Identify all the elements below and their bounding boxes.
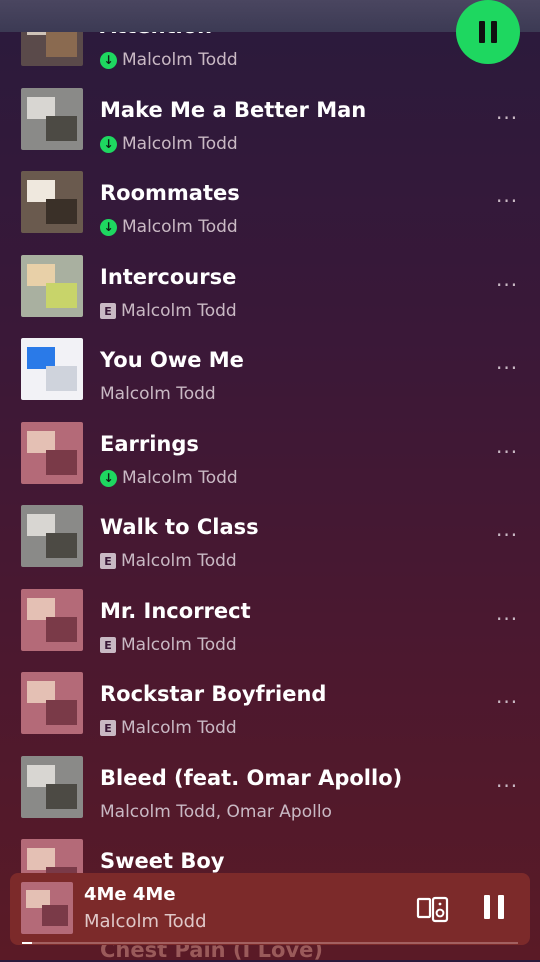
- track-artist: Malcolm Todd: [100, 384, 216, 404]
- more-options-icon[interactable]: ···: [496, 440, 518, 464]
- track-title: Bleed (feat. Omar Apollo): [100, 766, 403, 790]
- mini-pause-button[interactable]: [484, 895, 504, 921]
- track-artist: Malcolm Todd: [122, 50, 238, 70]
- more-options-icon[interactable]: ···: [496, 523, 518, 547]
- more-options-icon[interactable]: ···: [496, 774, 518, 798]
- track-artist-line: Malcolm Todd, Omar Apollo: [100, 802, 332, 822]
- downloaded-icon: ↓: [100, 218, 117, 236]
- track-artwork: [21, 88, 83, 150]
- track-title: Sweet Boy: [100, 849, 225, 873]
- track-artist: Malcolm Todd: [121, 551, 237, 571]
- track-row[interactable]: You Owe Me Malcolm Todd ···: [0, 330, 540, 414]
- track-artist-line: ↓ Malcolm Todd: [100, 50, 238, 70]
- more-options-icon[interactable]: ···: [496, 106, 518, 130]
- track-title: Intercourse: [100, 265, 237, 289]
- more-options-icon[interactable]: ···: [496, 189, 518, 213]
- track-artist: Malcolm Todd: [121, 635, 237, 655]
- track-row[interactable]: Earrings ↓ Malcolm Todd ···: [0, 414, 540, 498]
- track-artist-line: E Malcolm Todd: [100, 301, 237, 321]
- track-title: Make Me a Better Man: [100, 98, 367, 122]
- track-artist: Malcolm Todd: [122, 468, 238, 488]
- track-artist-line: ↓ Malcolm Todd: [100, 134, 238, 154]
- track-row[interactable]: Make Me a Better Man ↓ Malcolm Todd ···: [0, 80, 540, 164]
- track-title: Roommates: [100, 181, 240, 205]
- track-artist: Malcolm Todd: [121, 718, 237, 738]
- track-title: Mr. Incorrect: [100, 599, 251, 623]
- downloaded-icon: ↓: [100, 135, 117, 153]
- now-playing-artist: Malcolm Todd: [84, 911, 207, 932]
- downloaded-icon: ↓: [100, 51, 117, 69]
- pause-icon: [476, 21, 500, 43]
- track-row[interactable]: Intercourse E Malcolm Todd ···: [0, 247, 540, 331]
- track-row[interactable]: Roommates ↓ Malcolm Todd ···: [0, 163, 540, 247]
- track-artwork: [21, 255, 83, 317]
- track-artwork: [21, 422, 83, 484]
- track-artist: Malcolm Todd: [122, 217, 238, 237]
- track-title: Earrings: [100, 432, 199, 456]
- track-row[interactable]: Rockstar Boyfriend E Malcolm Todd ···: [0, 664, 540, 748]
- more-options-icon[interactable]: ···: [496, 607, 518, 631]
- explicit-icon: E: [100, 553, 116, 569]
- playback-progress-bar[interactable]: [22, 942, 518, 944]
- explicit-icon: E: [100, 303, 116, 319]
- explicit-icon: E: [100, 720, 116, 736]
- play-pause-button[interactable]: [456, 0, 520, 64]
- now-playing-title: 4Me 4Me: [84, 884, 176, 905]
- track-artist-line: E Malcolm Todd: [100, 718, 237, 738]
- track-artwork: [21, 672, 83, 734]
- track-artist-line: ↓ Malcolm Todd: [100, 217, 238, 237]
- track-title: Walk to Class: [100, 515, 259, 539]
- mini-player[interactable]: 4Me 4Me Malcolm Todd: [10, 873, 530, 945]
- track-artist-line: ↓ Malcolm Todd: [100, 468, 238, 488]
- track-artist-line: E Malcolm Todd: [100, 551, 237, 571]
- track-artwork: [21, 589, 83, 651]
- track-row[interactable]: Bleed (feat. Omar Apollo) Malcolm Todd, O…: [0, 748, 540, 832]
- track-title: Rockstar Boyfriend: [100, 682, 327, 706]
- track-artist: Malcolm Todd: [121, 301, 237, 321]
- more-options-icon[interactable]: ···: [496, 273, 518, 297]
- track-row[interactable]: Mr. Incorrect E Malcolm Todd ···: [0, 581, 540, 665]
- more-options-icon[interactable]: ···: [496, 690, 518, 714]
- explicit-icon: E: [100, 637, 116, 653]
- track-artist-line: Malcolm Todd: [100, 384, 216, 404]
- track-row[interactable]: Walk to Class E Malcolm Todd ···: [0, 497, 540, 581]
- track-artwork: [21, 756, 83, 818]
- connect-device-icon[interactable]: [416, 895, 450, 923]
- now-playing-artwork: [21, 882, 73, 934]
- track-artwork: [21, 338, 83, 400]
- track-artist: Malcolm Todd: [122, 134, 238, 154]
- track-artist: Malcolm Todd, Omar Apollo: [100, 802, 332, 822]
- more-options-icon[interactable]: ···: [496, 356, 518, 380]
- track-artist-line: E Malcolm Todd: [100, 635, 237, 655]
- downloaded-icon: ↓: [100, 469, 117, 487]
- track-artwork: [21, 171, 83, 233]
- track-title: You Owe Me: [100, 348, 244, 372]
- track-artwork: [21, 505, 83, 567]
